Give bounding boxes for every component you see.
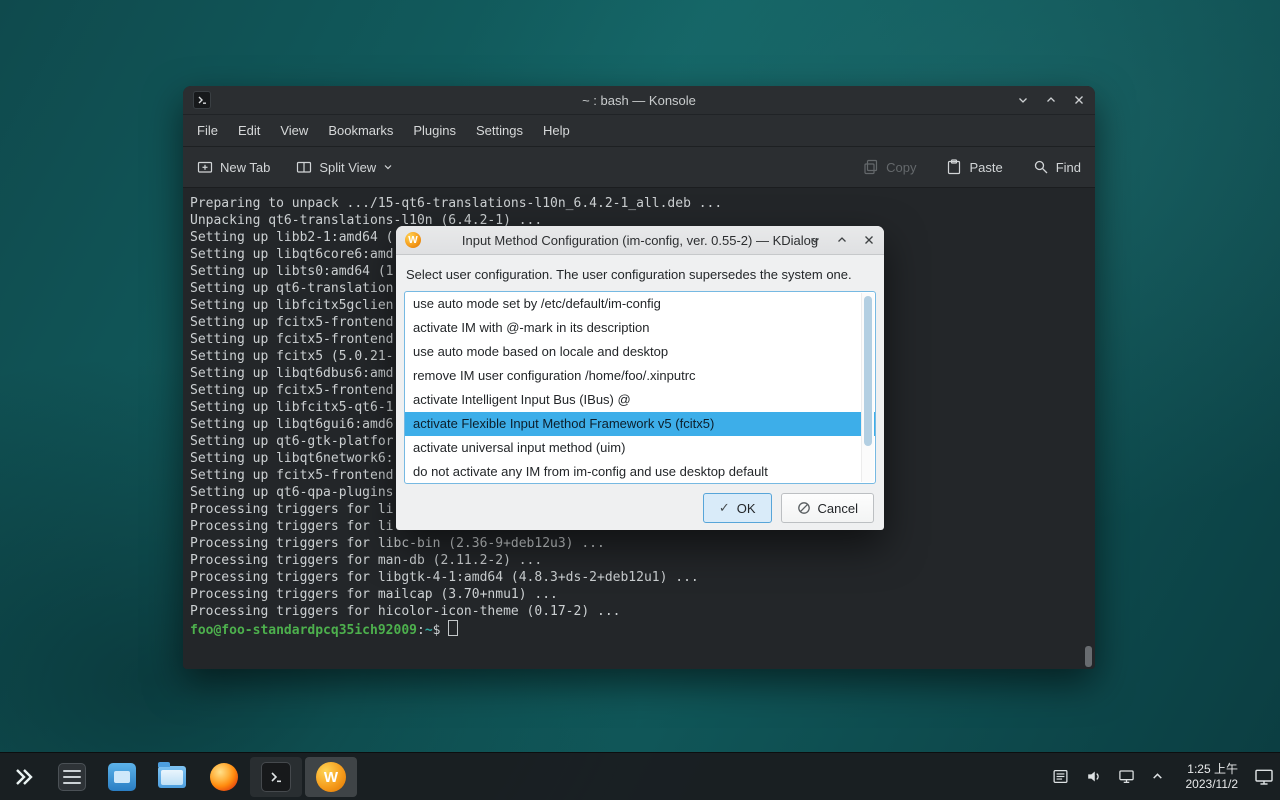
sliders-icon [58, 763, 86, 791]
tray-display-icon[interactable] [1118, 768, 1135, 785]
terminal-line: Preparing to unpack .../15-qt6-translati… [190, 195, 1095, 212]
terminal-line: Processing triggers for mailcap (3.70+nm… [190, 586, 1095, 603]
dialog-list-item[interactable]: use auto mode set by /etc/default/im-con… [405, 292, 875, 316]
menu-item[interactable]: Settings [466, 115, 533, 146]
prompt-separator: : [417, 623, 425, 638]
paste-icon [946, 159, 962, 175]
kdialog-app-icon: W [405, 232, 421, 248]
firefox-icon [210, 763, 238, 791]
digital-clock[interactable]: 1:25 上午 2023/11/2 [1186, 762, 1239, 792]
new-tab-icon [197, 159, 213, 175]
task-kdialog[interactable]: W [305, 757, 357, 797]
terminal-scrollbar[interactable] [1085, 192, 1092, 669]
ok-button[interactable]: ✓ OK [703, 493, 772, 523]
window-title: ~ : bash — Konsole [183, 93, 1095, 108]
konsole-menubar: FileEditViewBookmarksPluginsSettingsHelp [183, 115, 1095, 147]
cancel-icon [797, 501, 811, 515]
menu-item[interactable]: View [270, 115, 318, 146]
app-launcher-button[interactable] [4, 757, 44, 797]
task-konsole[interactable] [250, 757, 302, 797]
desktop-wallpaper: ~ : bash — Konsole FileEditViewBookmarks… [0, 0, 1280, 800]
search-icon [1033, 159, 1049, 175]
terminal-line: Processing triggers for libc-bin (2.36-9… [190, 535, 1095, 552]
dialog-list-item[interactable]: activate Intelligent Input Bus (IBus) @ [405, 388, 875, 412]
terminal-icon [261, 762, 291, 792]
copy-button[interactable]: Copy [863, 159, 916, 175]
close-icon[interactable] [1073, 94, 1085, 106]
dialog-message: Select user configuration. The user conf… [406, 267, 874, 282]
konsole-titlebar[interactable]: ~ : bash — Konsole [183, 86, 1095, 115]
system-tray: 1:25 上午 2023/11/2 [1052, 753, 1275, 800]
menu-item[interactable]: Bookmarks [318, 115, 403, 146]
pinned-app-sliders[interactable] [52, 757, 92, 797]
paste-button[interactable]: Paste [946, 159, 1002, 175]
minimize-icon[interactable] [1017, 94, 1029, 106]
terminal-line: Processing triggers for man-db (2.11.2-2… [190, 552, 1095, 569]
dialog-maximize-icon[interactable] [836, 234, 848, 246]
dialog-list-items: use auto mode set by /etc/default/im-con… [405, 292, 875, 484]
pinned-app-dolphin[interactable] [152, 757, 192, 797]
im-config-dialog: W Input Method Configuration (im-config,… [396, 226, 884, 530]
dialog-list-item[interactable]: activate IM with @-mark in its descripti… [405, 316, 875, 340]
terminal-cursor [448, 620, 458, 636]
dialog-list-item[interactable]: activate Flexible Input Method Framework… [405, 412, 875, 436]
clock-date: 2023/11/2 [1186, 777, 1239, 791]
dialog-titlebar[interactable]: W Input Method Configuration (im-config,… [396, 226, 884, 255]
tray-volume-icon[interactable] [1085, 768, 1102, 785]
dialog-list-item[interactable]: remove IM user configuration /home/foo/.… [405, 364, 875, 388]
pinned-app-blue[interactable] [102, 757, 142, 797]
konsole-toolbar: New Tab Split View Copy Paste Find [183, 147, 1095, 188]
plasma-launcher-icon [12, 765, 36, 789]
terminal-line: Processing triggers for libgtk-4-1:amd64… [190, 569, 1095, 586]
terminal-scrollbar-handle[interactable] [1085, 646, 1092, 667]
blue-app-icon [108, 763, 136, 791]
show-desktop-icon[interactable] [1254, 767, 1274, 787]
dialog-list[interactable]: use auto mode set by /etc/default/im-con… [404, 291, 876, 484]
terminal-prompt: foo@foo-standardpcq35ich92009:~$ [190, 620, 1095, 637]
cancel-button[interactable]: Cancel [781, 493, 874, 523]
copy-label: Copy [886, 160, 916, 175]
pinned-app-firefox[interactable] [204, 757, 244, 797]
cancel-label: Cancel [818, 501, 858, 516]
split-view-label: Split View [319, 160, 376, 175]
maximize-icon[interactable] [1045, 94, 1057, 106]
folder-icon [158, 766, 186, 788]
chevron-down-icon [383, 162, 393, 172]
menu-item[interactable]: Edit [228, 115, 270, 146]
tray-notifications-icon[interactable] [1052, 768, 1069, 785]
dialog-close-icon[interactable] [863, 234, 875, 246]
dialog-list-item[interactable]: do not activate any IM from im-config an… [405, 460, 875, 484]
dialog-list-scrollbar-handle[interactable] [864, 296, 872, 446]
imconfig-w-icon: W [316, 762, 346, 792]
menu-item[interactable]: Help [533, 115, 580, 146]
prompt-user-host: foo@foo-standardpcq35ich92009 [190, 623, 417, 638]
new-tab-button[interactable]: New Tab [197, 159, 270, 175]
prompt-path: ~ [425, 623, 433, 638]
dialog-list-item[interactable]: use auto mode based on locale and deskto… [405, 340, 875, 364]
split-view-icon [296, 159, 312, 175]
terminal-line: Processing triggers for hicolor-icon-the… [190, 603, 1095, 620]
dialog-list-scrollbar[interactable] [861, 293, 874, 482]
find-label: Find [1056, 160, 1081, 175]
find-button[interactable]: Find [1033, 159, 1081, 175]
dialog-list-item[interactable]: activate universal input method (uim) [405, 436, 875, 460]
copy-icon [863, 159, 879, 175]
taskbar: W 1:25 上午 2023/11/2 [0, 752, 1280, 800]
ok-label: OK [737, 501, 756, 516]
clock-time: 1:25 上午 [1187, 762, 1238, 776]
dialog-minimize-icon[interactable] [809, 234, 821, 246]
split-view-button[interactable]: Split View [296, 159, 393, 175]
menu-item[interactable]: File [187, 115, 228, 146]
konsole-app-icon [193, 91, 211, 109]
tray-expand-chevron-up-icon[interactable] [1151, 770, 1164, 783]
menu-item[interactable]: Plugins [403, 115, 466, 146]
new-tab-label: New Tab [220, 160, 270, 175]
check-icon: ✓ [719, 500, 730, 516]
paste-label: Paste [969, 160, 1002, 175]
prompt-symbol: $ [433, 623, 441, 638]
